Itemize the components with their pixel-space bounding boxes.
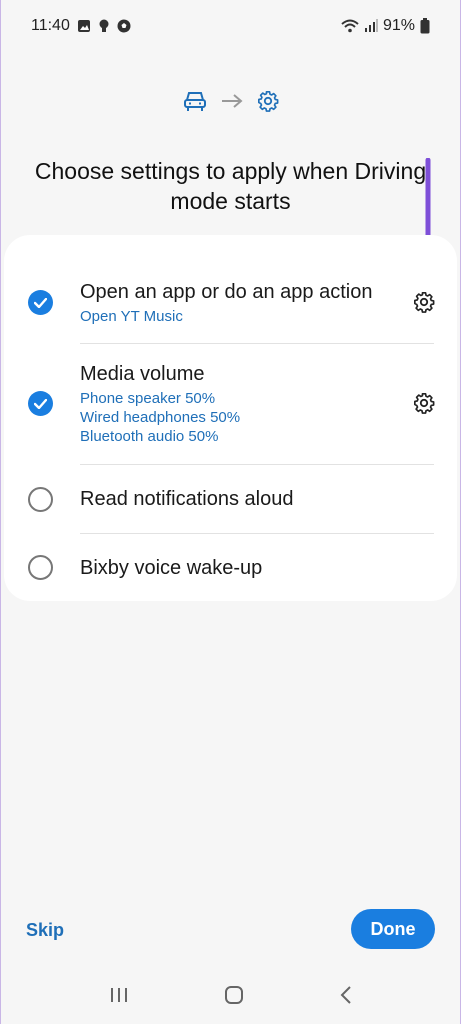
checkbox-checked[interactable] — [28, 290, 53, 315]
status-right: 91% — [341, 17, 430, 35]
setting-title: Bixby voice wake-up — [80, 557, 263, 579]
gallery-icon — [77, 19, 91, 33]
wifi-icon — [341, 19, 359, 33]
car-icon — [183, 90, 207, 117]
system-nav-bar — [1, 972, 460, 1022]
setting-title: Read notifications aloud — [80, 488, 294, 510]
checkbox-unchecked[interactable] — [28, 555, 53, 580]
setting-title: Open an app or do an app action — [80, 281, 373, 303]
setting-subtitle: Bluetooth audio 50% — [80, 428, 219, 445]
done-button[interactable]: Done — [351, 909, 435, 949]
arrow-right-icon — [221, 93, 243, 114]
setting-row-bixby[interactable]: Bixby voice wake-up — [4, 534, 457, 601]
mode-icons — [1, 90, 460, 117]
skip-button[interactable]: Skip — [26, 920, 64, 941]
recent-apps-icon[interactable] — [109, 986, 129, 1009]
setting-row-media-volume[interactable]: Media volume Phone speaker 50% Wired hea… — [4, 344, 457, 464]
setting-title: Media volume — [80, 363, 205, 385]
battery-icon — [420, 18, 430, 34]
status-time: 11:40 — [31, 17, 70, 34]
checkbox-checked[interactable] — [28, 391, 53, 416]
back-icon[interactable] — [339, 985, 353, 1010]
checkbox-unchecked[interactable] — [28, 487, 53, 512]
page-title: Choose settings to apply when Driving mo… — [34, 158, 427, 214]
media-volume-settings-gear-icon[interactable] — [411, 390, 437, 416]
soccer-ball-icon — [117, 19, 131, 33]
open-app-settings-gear-icon[interactable] — [411, 289, 437, 315]
setting-subtitle: Wired headphones 50% — [80, 409, 241, 426]
setting-row-read-notifications[interactable]: Read notifications aloud — [4, 465, 457, 533]
status-bar: 11:40 91% — [1, 0, 460, 52]
settings-gear-icon — [257, 90, 279, 117]
lightbulb-icon — [98, 19, 110, 33]
settings-card: Open an app or do an app action Open YT … — [4, 235, 457, 601]
setting-row-open-app[interactable]: Open an app or do an app action Open YT … — [4, 235, 457, 343]
status-left: 11:40 — [31, 17, 131, 35]
setting-subtitle: Open YT Music — [80, 308, 183, 325]
setting-subtitle: Phone speaker 50% — [80, 390, 216, 407]
signal-icon — [364, 19, 378, 33]
battery-percentage: 91% — [382, 17, 415, 34]
home-icon[interactable] — [224, 985, 244, 1010]
